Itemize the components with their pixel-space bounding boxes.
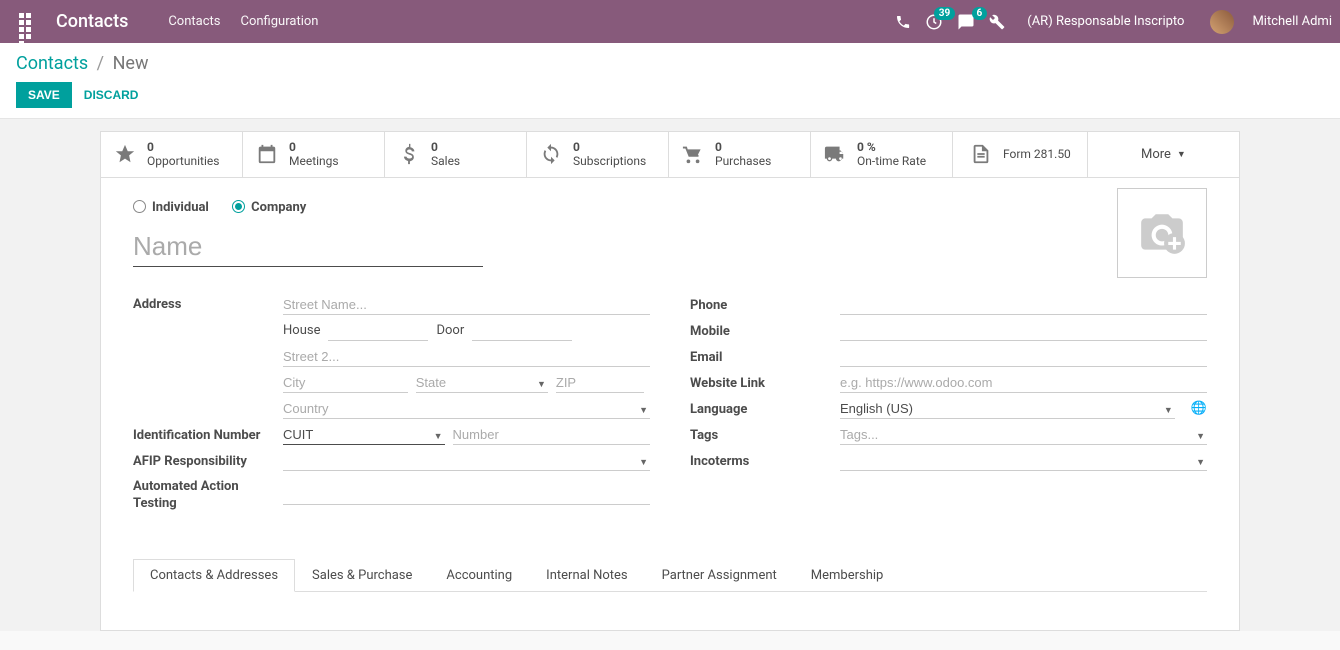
chevron-down-icon: ▼ <box>1177 149 1186 160</box>
house-input[interactable] <box>328 321 428 341</box>
stat-meetings[interactable]: 0Meetings <box>243 132 385 177</box>
label-mobile: Mobile <box>690 322 840 339</box>
ident-number-input[interactable] <box>453 425 650 445</box>
stat-ontime-rate[interactable]: 0 %On-time Rate <box>811 132 953 177</box>
activity-count-badge: 39 <box>934 7 955 20</box>
stat-sales[interactable]: 0Sales <box>385 132 527 177</box>
dollar-icon <box>397 142 421 166</box>
cart-icon <box>681 142 705 166</box>
street-input[interactable] <box>283 295 650 315</box>
label-website: Website Link <box>690 374 840 391</box>
user-avatar[interactable] <box>1210 10 1234 34</box>
control-panel: Contacts / New SAVE DISCARD <box>0 43 1340 119</box>
tab-sales-purchase[interactable]: Sales & Purchase <box>295 559 429 591</box>
form-tabs: Contacts & Addresses Sales & Purchase Ac… <box>133 559 1207 592</box>
truck-icon <box>823 142 847 166</box>
street2-input[interactable] <box>283 347 650 367</box>
incoterms-select[interactable] <box>840 451 1207 471</box>
nav-configuration[interactable]: Configuration <box>241 14 319 29</box>
label-language: Language <box>690 400 840 417</box>
apps-launcher-icon[interactable] <box>16 10 40 34</box>
globe-icon[interactable]: 🌐 <box>1191 401 1207 416</box>
label-email: Email <box>690 348 840 365</box>
label-door: Door <box>436 323 464 338</box>
phone-input[interactable] <box>840 295 1207 315</box>
nav-contacts[interactable]: Contacts <box>168 14 220 29</box>
stat-opportunities[interactable]: 0Opportunities <box>101 132 243 177</box>
label-ident-number: Identification Number <box>133 426 283 443</box>
phone-icon[interactable] <box>895 14 911 30</box>
save-button[interactable]: SAVE <box>16 82 72 108</box>
breadcrumb: Contacts / New <box>16 53 1324 74</box>
debug-icon[interactable] <box>989 14 1005 30</box>
refresh-icon <box>539 142 563 166</box>
stat-subscriptions[interactable]: 0Subscriptions <box>527 132 669 177</box>
name-input[interactable] <box>133 227 483 267</box>
email-input[interactable] <box>840 347 1207 367</box>
tab-accounting[interactable]: Accounting <box>429 559 529 591</box>
label-afip: AFIP Responsibility <box>133 452 283 469</box>
label-automated: Automated Action Testing <box>133 477 283 513</box>
tab-contacts-addresses[interactable]: Contacts & Addresses <box>133 559 295 592</box>
radio-individual[interactable]: Individual <box>133 200 209 215</box>
label-address: Address <box>133 295 283 312</box>
tab-internal-notes[interactable]: Internal Notes <box>529 559 644 591</box>
city-input[interactable] <box>283 373 408 393</box>
afip-select[interactable] <box>283 451 650 471</box>
stat-button-bar: 0Opportunities 0Meetings 0Sales 0Subscri… <box>101 132 1239 178</box>
breadcrumb-root[interactable]: Contacts <box>16 53 88 74</box>
radio-company[interactable]: Company <box>232 200 306 215</box>
breadcrumb-current: New <box>113 53 149 74</box>
stat-purchases[interactable]: 0Purchases <box>669 132 811 177</box>
mobile-input[interactable] <box>840 321 1207 341</box>
activity-icon[interactable]: 39 <box>925 13 943 31</box>
label-incoterms: Incoterms <box>690 452 840 469</box>
main-navbar: Contacts Contacts Configuration 39 6 (AR… <box>0 0 1340 43</box>
label-phone: Phone <box>690 296 840 313</box>
tags-select[interactable] <box>840 425 1207 445</box>
country-select[interactable] <box>283 399 650 419</box>
website-input[interactable] <box>840 373 1207 393</box>
state-select[interactable] <box>416 373 548 393</box>
company-type-radio-group: Individual Company <box>133 200 1207 215</box>
label-tags: Tags <box>690 426 840 443</box>
user-name[interactable]: Mitchell Admi <box>1252 14 1332 29</box>
zip-input[interactable] <box>556 373 644 393</box>
image-upload[interactable] <box>1117 188 1207 278</box>
document-icon <box>969 142 993 166</box>
app-brand[interactable]: Contacts <box>56 11 128 32</box>
calendar-icon <box>255 142 279 166</box>
automated-input[interactable] <box>283 485 650 505</box>
company-switch[interactable]: (AR) Responsable Inscripto <box>1027 14 1184 29</box>
tab-membership[interactable]: Membership <box>794 559 901 591</box>
message-count-badge: 6 <box>972 7 988 20</box>
tab-partner-assignment[interactable]: Partner Assignment <box>645 559 794 591</box>
door-input[interactable] <box>472 321 572 341</box>
language-select[interactable] <box>840 399 1175 419</box>
ident-type-select[interactable] <box>283 425 445 445</box>
messages-icon[interactable]: 6 <box>957 13 975 31</box>
form-sheet: 0Opportunities 0Meetings 0Sales 0Subscri… <box>100 131 1240 631</box>
stat-more-button[interactable]: More ▼ <box>1088 132 1239 177</box>
discard-button[interactable]: DISCARD <box>84 88 139 102</box>
stat-form-281[interactable]: Form 281.50 <box>953 132 1088 177</box>
star-icon <box>113 142 137 166</box>
systray: 39 6 (AR) Responsable Inscripto Mitchell… <box>895 10 1332 34</box>
label-house: House <box>283 323 320 338</box>
